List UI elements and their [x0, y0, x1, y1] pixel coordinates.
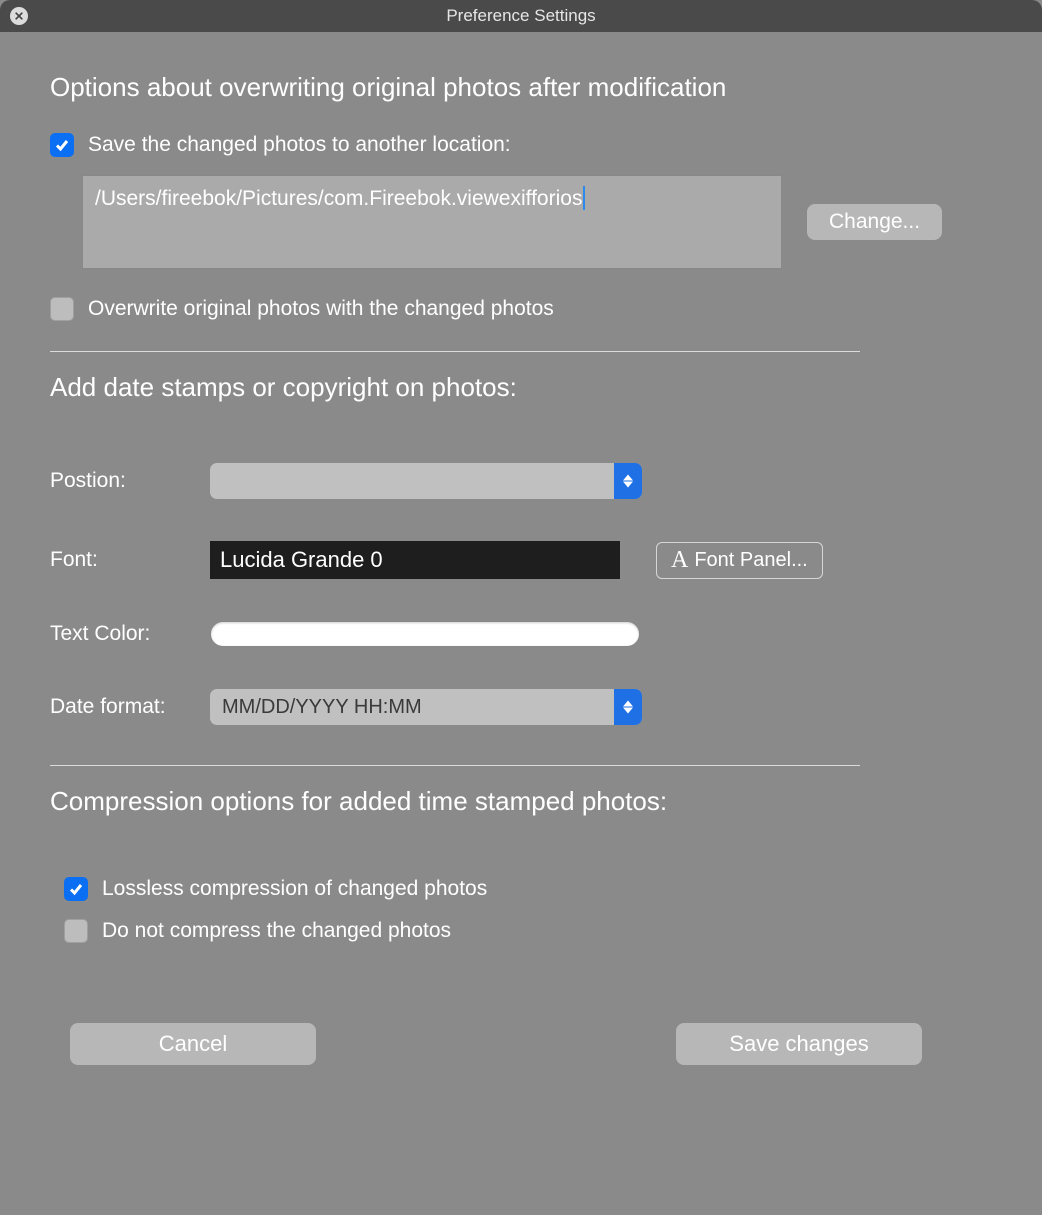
- checkbox-no-compress[interactable]: [64, 919, 88, 943]
- section-heading-datestamp: Add date stamps or copyright on photos:: [50, 372, 1002, 403]
- divider: [50, 765, 860, 766]
- change-path-button[interactable]: Change...: [807, 204, 942, 240]
- checkbox-overwrite-original-label: Overwrite original photos with the chang…: [88, 297, 554, 321]
- date-format-label: Date format:: [50, 695, 210, 719]
- date-format-select-value: MM/DD/YYYY HH:MM: [222, 696, 422, 719]
- position-label: Postion:: [50, 469, 210, 493]
- text-color-well[interactable]: [210, 621, 640, 647]
- font-panel-button[interactable]: A Font Panel...: [656, 542, 823, 579]
- cancel-button[interactable]: Cancel: [70, 1023, 316, 1065]
- chevron-updown-icon: [614, 463, 642, 499]
- text-cursor: [583, 186, 585, 210]
- font-display: Lucida Grande 0: [210, 541, 620, 579]
- font-icon: A: [671, 547, 688, 574]
- section-heading-compression: Compression options for added time stamp…: [50, 786, 1002, 817]
- section-heading-overwrite: Options about overwriting original photo…: [50, 72, 1002, 103]
- checkbox-save-other-location-label: Save the changed photos to another locat…: [88, 133, 511, 157]
- divider: [50, 351, 860, 352]
- font-panel-button-label: Font Panel...: [694, 549, 807, 572]
- save-path-value: /Users/fireebok/Pictures/com.Fireebok.vi…: [95, 187, 582, 210]
- position-select[interactable]: [210, 463, 642, 499]
- titlebar: Preference Settings: [0, 0, 1042, 32]
- checkbox-lossless-label: Lossless compression of changed photos: [102, 877, 487, 901]
- checkbox-save-other-location[interactable]: [50, 133, 74, 157]
- text-color-label: Text Color:: [50, 622, 210, 646]
- close-button[interactable]: [10, 7, 28, 25]
- checkbox-overwrite-original[interactable]: [50, 297, 74, 321]
- chevron-updown-icon: [614, 689, 642, 725]
- font-display-value: Lucida Grande 0: [220, 547, 383, 573]
- save-changes-button[interactable]: Save changes: [676, 1023, 922, 1065]
- checkbox-no-compress-label: Do not compress the changed photos: [102, 919, 451, 943]
- window-title: Preference Settings: [0, 6, 1042, 26]
- save-path-input[interactable]: /Users/fireebok/Pictures/com.Fireebok.vi…: [82, 175, 782, 269]
- checkbox-lossless[interactable]: [64, 877, 88, 901]
- date-format-select[interactable]: MM/DD/YYYY HH:MM: [210, 689, 642, 725]
- font-label: Font:: [50, 548, 210, 572]
